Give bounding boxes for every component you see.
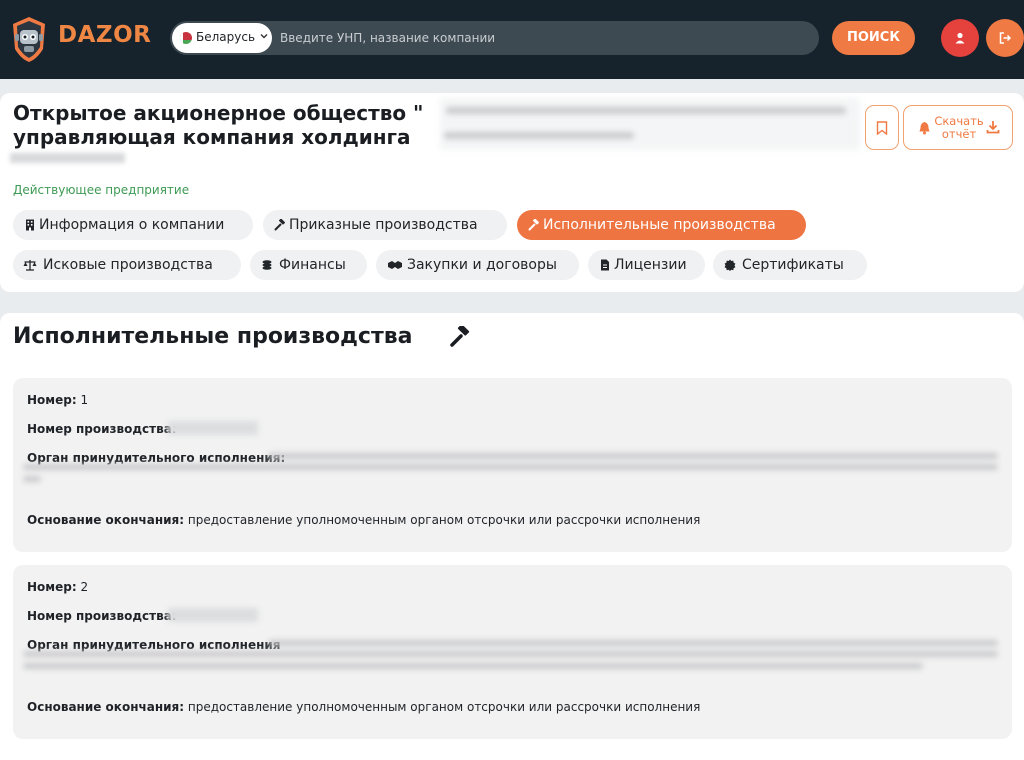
download-report-button[interactable]: Скачать отчёт xyxy=(903,105,1013,150)
enforcement-section: Исполнительные производства Номер: 1 Ном… xyxy=(0,313,1024,760)
proceeding-card: Номер: 2 Номер производства: Орган прину… xyxy=(13,565,1012,739)
brand-name[interactable]: DAZOR xyxy=(58,22,151,48)
proceeding-card: Номер: 1 Номер производства: Орган прину… xyxy=(13,378,1012,552)
bookmark-icon xyxy=(876,121,888,135)
scales-icon xyxy=(23,260,37,271)
basis-row: Основание окончания: предоставление упол… xyxy=(27,700,700,714)
number-value: 2 xyxy=(80,580,89,594)
bookmark-button[interactable] xyxy=(865,105,899,150)
tab-label: Лицензии xyxy=(614,257,687,273)
chevron-down-icon xyxy=(260,34,268,39)
proceeding-number-row: Номер производства: xyxy=(27,609,177,623)
company-status: Действующее предприятие xyxy=(13,183,190,197)
download-icon xyxy=(986,121,1000,134)
belarus-flag-icon xyxy=(180,32,192,44)
tab-label: Исполнительные производства xyxy=(543,217,776,233)
tab-lawsuits[interactable]: Исковые производства xyxy=(13,250,241,280)
tab-finance[interactable]: Финансы xyxy=(250,250,367,280)
handshake-icon xyxy=(388,261,402,269)
tab-enforcement-proceedings[interactable]: Исполнительные производства xyxy=(517,210,806,240)
tab-writ-proceedings[interactable]: Приказные производства xyxy=(263,210,507,240)
basis-label: Основание окончания: xyxy=(27,700,185,714)
tab-procurement[interactable]: Закупки и договоры xyxy=(376,250,579,280)
section-title: Исполнительные производства xyxy=(13,324,413,349)
tab-label: Закупки и договоры xyxy=(407,257,557,273)
tab-label: Информация о компании xyxy=(39,217,225,233)
tab-company-info[interactable]: Информация о компании xyxy=(13,210,253,240)
search-bar: Беларусь xyxy=(170,21,819,55)
number-value: 1 xyxy=(80,393,89,407)
country-select[interactable]: Беларусь xyxy=(172,23,272,53)
logout-button[interactable] xyxy=(986,19,1024,57)
redacted-proceeding-number xyxy=(168,421,258,435)
redacted-proceeding-number xyxy=(168,608,258,622)
redacted-company-name xyxy=(440,98,860,150)
redacted-organ-name xyxy=(18,450,1008,484)
coins-icon xyxy=(262,260,272,270)
number-row: Номер: 1 xyxy=(27,393,88,407)
search-input[interactable] xyxy=(280,21,810,55)
proceeding-number-row: Номер производства: xyxy=(27,422,177,436)
tab-label: Приказные производства xyxy=(289,217,478,233)
redacted-organ-name xyxy=(18,637,1008,671)
file-icon xyxy=(601,259,609,271)
tab-label: Финансы xyxy=(279,257,346,273)
gavel-icon xyxy=(528,219,540,231)
robot-logo-icon[interactable] xyxy=(10,15,48,63)
proceeding-number-label: Номер производства: xyxy=(27,422,177,436)
proceeding-number-label: Номер производства: xyxy=(27,609,177,623)
tab-label: Исковые производства xyxy=(43,257,213,273)
redacted-subtitle xyxy=(10,153,125,163)
user-icon xyxy=(955,32,965,44)
basis-row: Основание окончания: предоставление упол… xyxy=(27,513,700,527)
search-button[interactable]: ПОИСК xyxy=(832,21,915,55)
company-card: Открытое акционерное общество " управляю… xyxy=(0,93,1024,292)
number-label: Номер: xyxy=(27,580,77,594)
basis-value: предоставление уполномоченным органом от… xyxy=(187,700,701,714)
user-button[interactable] xyxy=(941,19,979,57)
tab-certificates[interactable]: Сертификаты xyxy=(713,250,867,280)
gavel-icon xyxy=(274,219,286,231)
report-button-label: Скачать отчёт xyxy=(934,114,984,141)
certificate-icon xyxy=(724,259,736,271)
logout-icon xyxy=(999,32,1012,44)
number-row: Номер: 2 xyxy=(27,580,88,594)
building-icon xyxy=(26,219,34,231)
basis-label: Основание окончания: xyxy=(27,513,185,527)
tab-licenses[interactable]: Лицензии xyxy=(588,250,705,280)
top-header: DAZOR Беларусь ПОИСК xyxy=(0,0,1024,79)
number-label: Номер: xyxy=(27,393,77,407)
tab-label: Сертификаты xyxy=(742,257,844,273)
gavel-icon xyxy=(450,326,470,347)
country-label: Беларусь xyxy=(196,30,256,44)
basis-value: предоставление уполномоченным органом от… xyxy=(187,513,701,527)
